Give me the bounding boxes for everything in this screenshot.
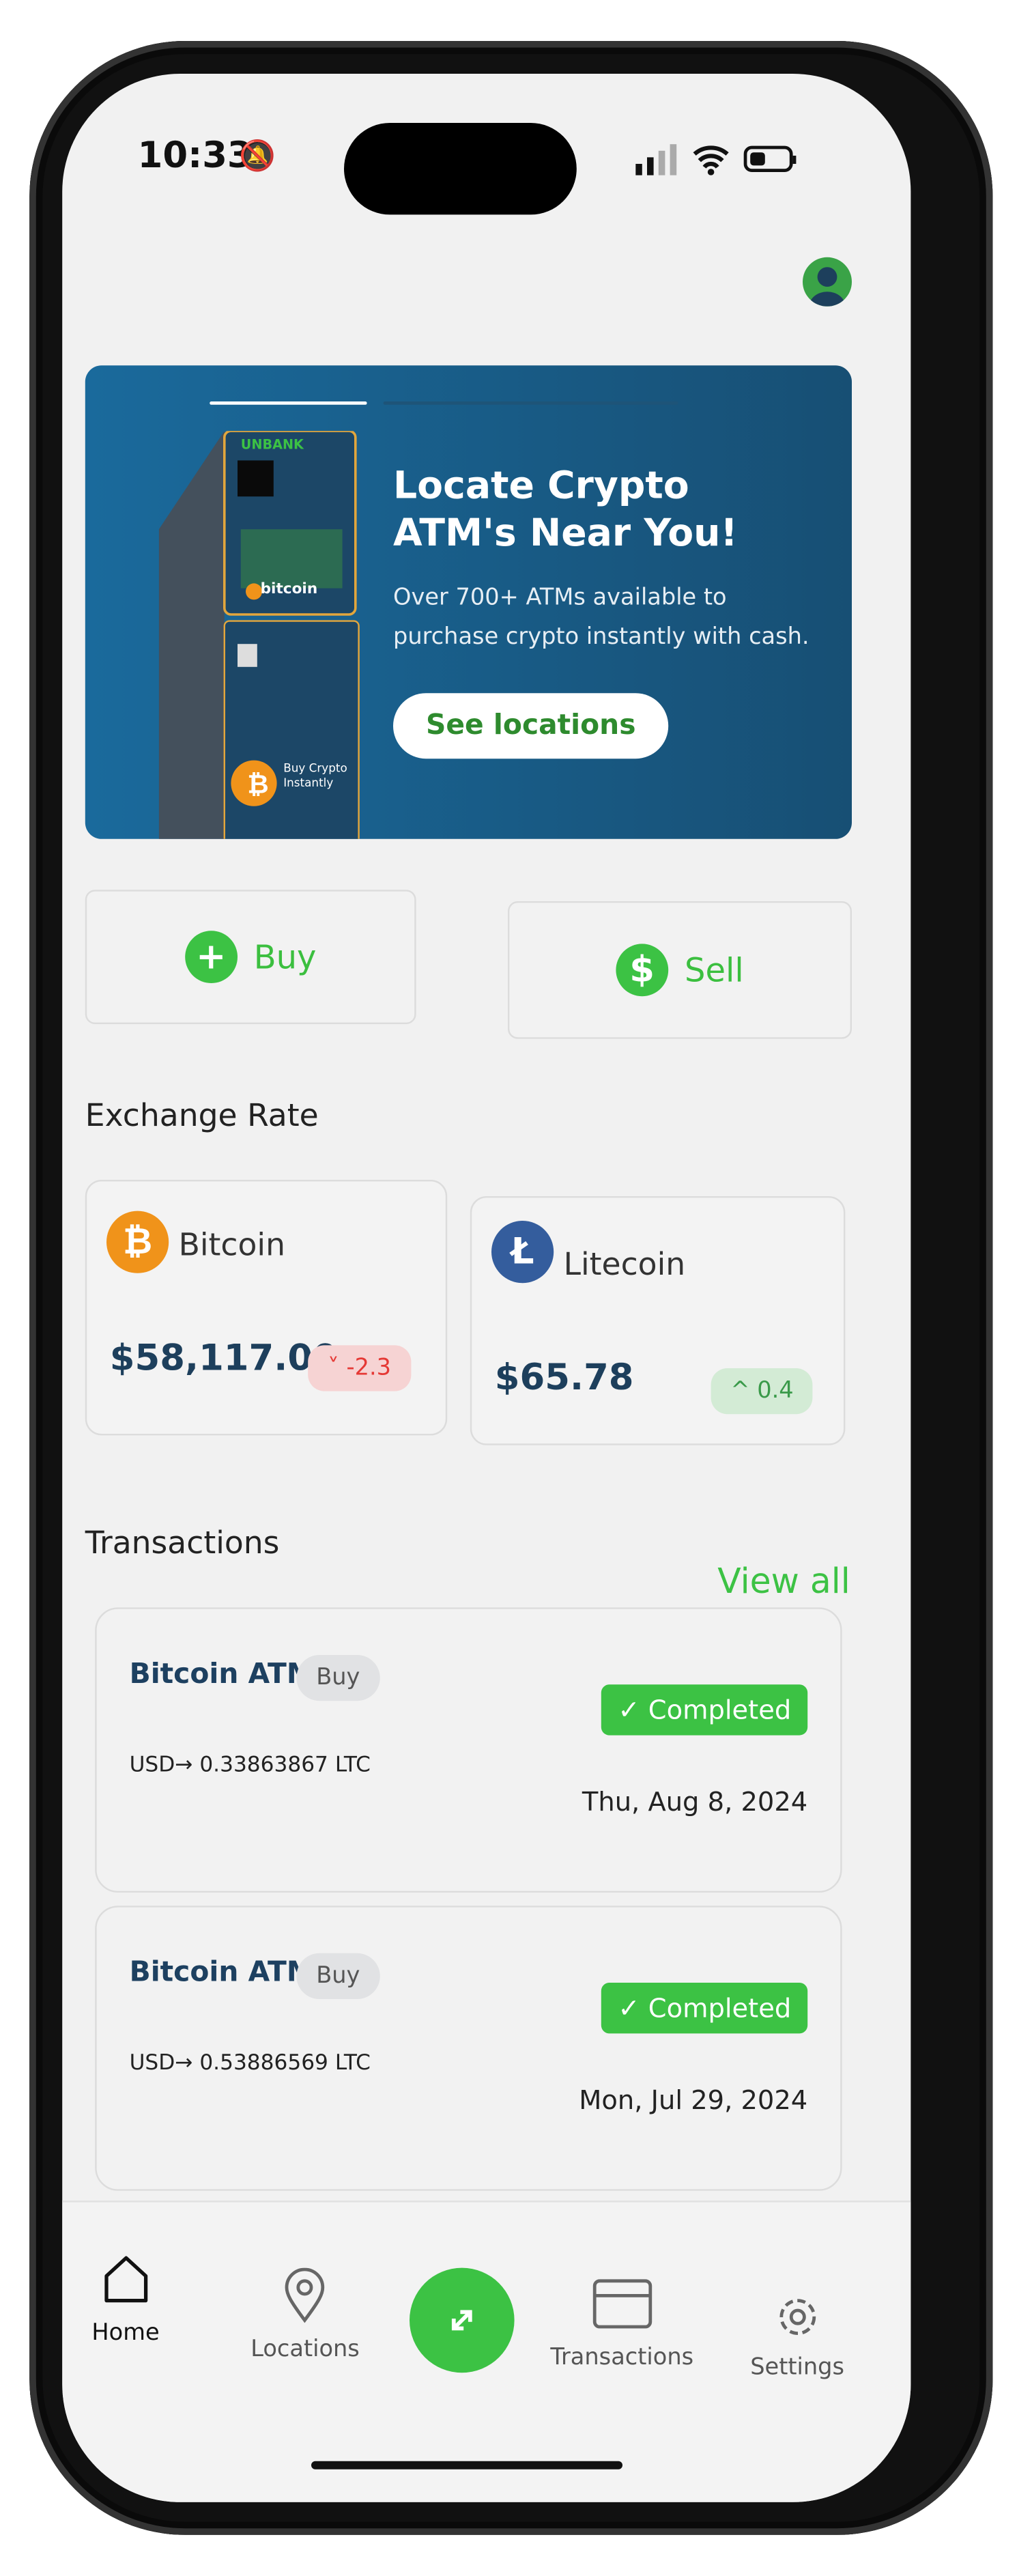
tx-type-badge: Buy — [296, 1953, 380, 1999]
atm-image: ₿ UNBANK bitcoin Buy Crypto Instantly — [158, 429, 364, 839]
see-locations-button[interactable]: See locations — [393, 693, 669, 759]
banner-subtitle: Over 700+ ATMs available to purchase cry… — [393, 578, 809, 657]
transactions-heading: Transactions — [85, 1525, 280, 1562]
banner-title-line: ATM's Near You! — [393, 513, 738, 556]
exchange-rate-heading: Exchange Rate — [85, 1098, 319, 1134]
wifi-icon — [693, 145, 729, 175]
check-circle-icon: ✓ — [618, 1694, 648, 1726]
dollar-icon: $ — [616, 944, 669, 997]
home-icon — [104, 2256, 147, 2303]
status-badge: ✓ Completed — [601, 1983, 808, 2034]
avatar[interactable] — [803, 257, 852, 307]
buy-button[interactable]: + Buy — [85, 890, 416, 1024]
carousel-indicator-active[interactable] — [210, 401, 367, 405]
nav-settings[interactable]: Settings — [750, 2293, 844, 2381]
status-icons — [635, 143, 799, 175]
tx-title: Bitcoin ATM — [129, 1956, 315, 1990]
nav-label: Home — [91, 2320, 160, 2347]
carousel-indicator[interactable] — [383, 401, 678, 405]
banner-subtitle-line: purchase crypto instantly with cash. — [393, 624, 809, 651]
coin-name: Litecoin — [563, 1247, 686, 1284]
chevron-up-icon: ^ — [730, 1378, 758, 1404]
view-all-link[interactable]: View all — [717, 1561, 850, 1601]
banner-subtitle-line: Over 700+ ATMs available to — [393, 584, 727, 612]
rate-card-litecoin[interactable]: Ł Litecoin $65.78 ^ 0.4 — [470, 1196, 846, 1445]
tx-date: Thu, Aug 8, 2024 — [582, 1786, 808, 1817]
status-badge: ✓ Completed — [601, 1684, 808, 1736]
change-badge-down: ˅ -2.3 — [308, 1345, 411, 1391]
plus-icon: + — [184, 931, 238, 983]
atm-cta-text: Buy Crypto Instantly — [283, 762, 347, 790]
status-time: 10:33 — [137, 136, 253, 178]
dynamic-island — [344, 123, 577, 215]
atm-logo-text: UNBANK — [240, 437, 304, 453]
chevron-down-icon: ˅ — [328, 1355, 347, 1382]
litecoin-icon: Ł — [491, 1221, 554, 1284]
bitcoin-icon: ₿ — [106, 1211, 169, 1273]
status-text: Completed — [648, 1694, 792, 1726]
signal-icon — [635, 144, 677, 175]
coin-name: Bitcoin — [178, 1227, 285, 1264]
swap-arrows-icon — [451, 2310, 472, 2331]
change-value: -2.3 — [346, 1355, 392, 1382]
change-badge-up: ^ 0.4 — [711, 1368, 814, 1415]
check-circle-icon: ✓ — [618, 1992, 648, 2024]
exchange-fab-button[interactable] — [410, 2267, 515, 2373]
sell-label: Sell — [685, 950, 744, 990]
transaction-item[interactable]: Bitcoin ATM Buy USD→ 0.33863867 LTC ✓ Co… — [95, 1607, 842, 1893]
bottom-nav: Home Locations Transactions Settings — [62, 2200, 911, 2502]
transaction-item[interactable]: Bitcoin ATM Buy USD→ 0.53886569 LTC ✓ Co… — [95, 1906, 842, 2191]
nav-label: Settings — [750, 2354, 845, 2381]
rate-card-bitcoin[interactable]: ₿ Bitcoin $58,117.00 ˅ -2.3 — [85, 1180, 448, 1436]
tx-type-badge: Buy — [296, 1655, 380, 1701]
nav-home[interactable]: Home — [91, 2252, 160, 2347]
battery-icon — [743, 145, 797, 173]
promo-banner[interactable]: ₿ UNBANK bitcoin Buy Crypto Instantly Lo… — [85, 365, 852, 839]
location-pin-icon — [285, 2267, 325, 2323]
status-text: Completed — [648, 1992, 792, 2024]
change-value: 0.4 — [757, 1378, 794, 1404]
stage: 10:33 🔕 ₿ UNBANK bitcoin Buy Crypto Inst… — [0, 0, 1032, 2576]
atm-brand-text: bitcoin — [260, 582, 318, 599]
tx-date: Mon, Jul 29, 2024 — [579, 2084, 808, 2116]
banner-title: Locate Crypto ATM's Near You! — [393, 464, 738, 558]
home-indicator — [311, 2461, 623, 2469]
nav-label: Locations — [250, 2336, 360, 2363]
gear-icon — [779, 2299, 816, 2336]
sell-button[interactable]: $ Sell — [508, 901, 852, 1039]
svg-text:₿: ₿ — [247, 769, 268, 800]
coin-price: $65.78 — [494, 1358, 634, 1400]
tx-amount: USD→ 0.33863867 LTC — [129, 1753, 371, 1778]
nav-transactions[interactable]: Transactions — [550, 2276, 693, 2371]
buy-label: Buy — [253, 937, 317, 977]
card-icon — [592, 2279, 652, 2329]
tx-amount: USD→ 0.53886569 LTC — [129, 2051, 371, 2076]
banner-title-line: Locate Crypto — [393, 465, 689, 508]
nav-label: Transactions — [550, 2345, 694, 2371]
screen: 10:33 🔕 ₿ UNBANK bitcoin Buy Crypto Inst… — [62, 74, 911, 2502]
tx-title: Bitcoin ATM — [129, 1658, 315, 1691]
bell-muted-icon: 🔕 — [239, 139, 276, 174]
nav-locations[interactable]: Locations — [250, 2267, 360, 2363]
coin-price: $58,117.00 — [109, 1338, 338, 1380]
